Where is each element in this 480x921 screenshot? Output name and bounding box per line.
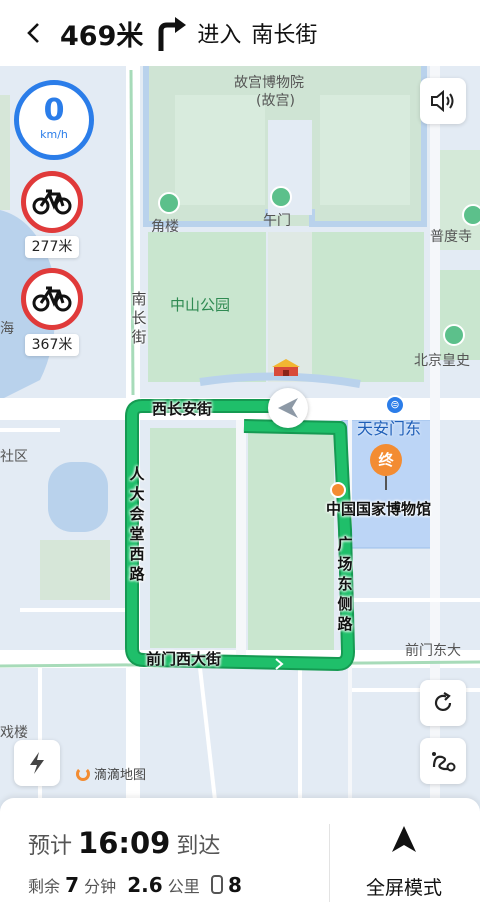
destination-pin-stem <box>385 476 387 490</box>
speedometer: 0 km/h <box>14 80 94 160</box>
subway-icon: ⊜ <box>385 395 405 415</box>
map-view[interactable]: 故宫博物院 (故宫) 角楼 午门 普度寺 中山公园 北京皇史 海 社区 戏楼 前… <box>0 66 480 800</box>
place-jiaolou: 角楼 <box>151 219 179 235</box>
road-guangchang: 广场东侧路 <box>337 535 353 633</box>
place-qianmen-east: 前门东大 <box>405 643 461 659</box>
place-district: 社区 <box>0 449 28 465</box>
tree-poi-icon <box>462 204 480 226</box>
eta-time: 16:09 <box>78 826 171 860</box>
road-qianmen-west: 前门西大街 <box>146 650 222 668</box>
traffic-light-count: 8 <box>227 873 242 897</box>
eta-suffix: 到达 <box>176 834 221 859</box>
turn-right-icon <box>158 17 187 51</box>
place-xilou: 戏楼 <box>0 725 28 741</box>
road-nanchang: 南长街 <box>131 290 147 346</box>
tiananmen-icon <box>272 359 300 376</box>
quick-action-button[interactable] <box>14 740 60 786</box>
museum-poi-icon <box>330 482 346 498</box>
tree-poi-icon <box>443 324 465 346</box>
back-arrow-icon[interactable] <box>22 21 46 45</box>
place-palace-museum: 故宫博物院 <box>234 75 304 91</box>
remain-minutes: 7 <box>65 873 80 897</box>
place-zhongshan-park: 中山公园 <box>170 296 231 314</box>
speed-value: 0 <box>43 93 65 128</box>
map-brand: 滴滴地图 <box>76 764 146 783</box>
turn-distance: 469米 <box>60 20 144 52</box>
traffic-light-icon <box>210 875 223 894</box>
navigation-arrow-icon <box>278 398 298 418</box>
navigation-instruction-bar: 469米 进入 南长街 <box>0 0 480 66</box>
next-street: 南长街 <box>251 23 318 48</box>
volume-button[interactable] <box>420 78 466 124</box>
road-xichangan: 西长安街 <box>152 400 213 418</box>
minutes-unit: 分钟 <box>84 877 117 896</box>
warning-distance-2: 367米 <box>25 334 79 356</box>
place-national-museum: 中国国家博物馆 <box>326 500 432 518</box>
tree-poi-icon <box>270 186 292 208</box>
didi-logo-icon <box>76 766 90 781</box>
bicycle-icon <box>32 189 72 215</box>
panel-divider <box>329 824 330 902</box>
navigation-arrow-icon <box>392 826 416 852</box>
remain-prefix: 剩余 <box>28 877 61 896</box>
brand-label: 滴滴地图 <box>94 768 147 783</box>
no-bicycle-sign <box>21 171 83 233</box>
km-unit: 公里 <box>167 877 200 896</box>
road-renda: 人大会堂西路 <box>129 465 145 583</box>
place-palace-museum-sub: (故宫) <box>256 93 295 109</box>
place-wumen: 午门 <box>263 213 291 229</box>
refresh-route-button[interactable] <box>420 680 466 726</box>
place-beijing-huangshi: 北京皇史 <box>414 353 470 369</box>
lightning-icon <box>30 752 44 774</box>
speed-unit: km/h <box>40 128 68 141</box>
eta-prefix: 预计 <box>28 834 73 859</box>
bicycle-icon <box>32 286 72 312</box>
route-overview-button[interactable] <box>420 738 466 784</box>
no-bicycle-sign <box>21 268 83 330</box>
speaker-icon <box>431 90 454 112</box>
fullscreen-button[interactable]: 全屏模式 <box>346 818 462 906</box>
current-location-marker <box>268 388 308 428</box>
remain-km: 2.6 <box>127 873 163 897</box>
place-tiananmen-east: 天安门东 <box>357 419 422 438</box>
fullscreen-label: 全屏模式 <box>365 877 442 899</box>
refresh-icon <box>434 692 452 712</box>
warning-distance-1: 277米 <box>25 236 79 258</box>
eta-line: 预计 16:09 到达 <box>28 826 220 860</box>
route-overview-icon <box>432 752 456 772</box>
place-putuo: 普度寺 <box>430 229 472 245</box>
place-hai: 海 <box>0 321 14 337</box>
destination-marker[interactable]: 终 <box>370 444 402 476</box>
tree-poi-icon <box>158 192 180 214</box>
remaining-line: 剩余 7 分钟 2.6 公里 8 <box>28 873 242 897</box>
turn-action: 进入 <box>197 23 242 48</box>
